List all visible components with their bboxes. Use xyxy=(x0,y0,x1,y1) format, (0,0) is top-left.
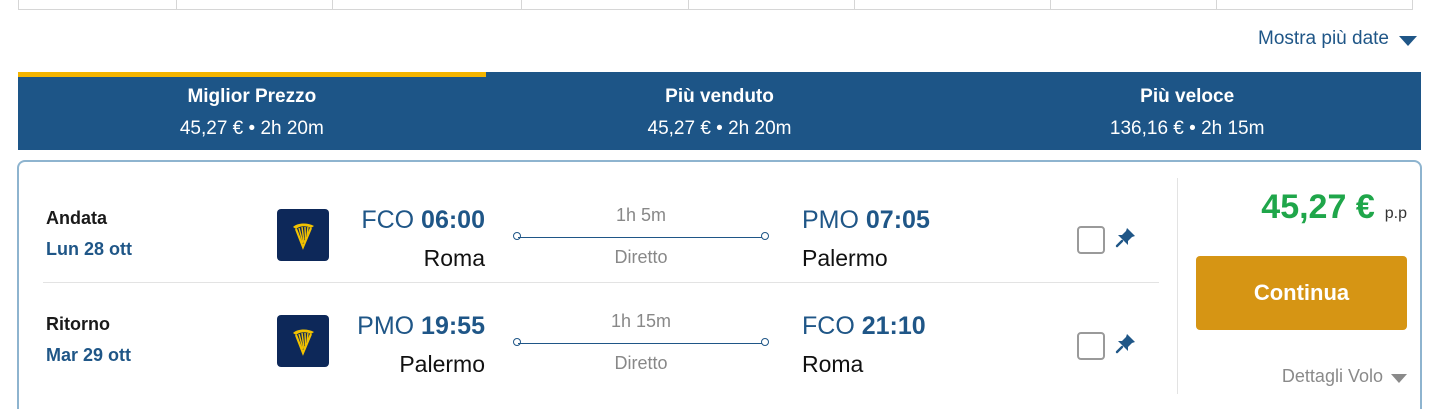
departure-city: Palermo xyxy=(399,351,485,377)
tab-subtitle: 45,27 € • 2h 20m xyxy=(647,118,792,139)
leg-direction: Ritorno xyxy=(46,314,110,334)
date-cell[interactable] xyxy=(855,0,1052,9)
departure-time: 06:00 xyxy=(421,206,485,234)
ryanair-logo-icon xyxy=(277,315,329,367)
tab-title: Più veloce xyxy=(1140,86,1235,107)
outbound-leg: Andata Lun 28 ott FCO 06:00 Roma 1h 5m D… xyxy=(19,180,1161,284)
flight-stops: Diretto xyxy=(614,247,668,267)
date-cell[interactable] xyxy=(689,0,855,9)
flight-duration: 1h 5m xyxy=(615,205,667,225)
date-cell[interactable] xyxy=(1217,0,1412,9)
date-cell[interactable] xyxy=(333,0,522,9)
compare-checkbox[interactable] xyxy=(1077,332,1105,360)
sort-tabs: Miglior Prezzo 45,27 € • 2h 20m Più vend… xyxy=(18,72,1421,150)
date-strip xyxy=(18,0,1413,10)
route-divider xyxy=(518,237,764,238)
departure-code-time: FCO 06:00 xyxy=(361,206,485,235)
more-dates-link[interactable]: Mostra più date xyxy=(1258,28,1417,50)
departure-time: 19:55 xyxy=(421,312,485,340)
arrival: PMO 07:05 Palermo xyxy=(802,206,930,272)
flight-details-label: Dettagli Volo xyxy=(1281,366,1383,386)
price-per-person: p.p xyxy=(1384,205,1407,222)
arrival-code: FCO xyxy=(802,312,855,340)
destination-dot-icon xyxy=(761,338,769,346)
tab-title: Miglior Prezzo xyxy=(187,86,317,107)
arrival-time: 21:10 xyxy=(861,312,926,340)
tab-best-seller[interactable]: Più venduto 45,27 € • 2h 20m xyxy=(486,72,954,150)
arrival-code-time: PMO 07:05 xyxy=(802,206,930,235)
route-line: 1h 5m Diretto xyxy=(513,205,769,275)
pin-icon[interactable] xyxy=(1115,226,1137,248)
departure: PMO 19:55 Palermo xyxy=(357,312,485,378)
tab-fastest[interactable]: Più veloce 136,16 € • 2h 15m xyxy=(953,72,1421,150)
tab-title: Più venduto xyxy=(665,86,774,107)
leg-divider xyxy=(43,282,1159,283)
chevron-down-icon xyxy=(1399,36,1417,46)
arrival-city: Roma xyxy=(802,351,864,377)
departure-code-time: PMO 19:55 xyxy=(357,312,485,341)
date-cell[interactable] xyxy=(522,0,689,9)
pin-icon[interactable] xyxy=(1115,332,1137,354)
flight-result-card: Andata Lun 28 ott FCO 06:00 Roma 1h 5m D… xyxy=(17,160,1422,409)
flight-stops: Diretto xyxy=(614,353,668,373)
departure-code: PMO xyxy=(357,312,415,340)
leg-date: Lun 28 ott xyxy=(46,239,132,259)
leg-direction: Andata xyxy=(46,208,108,228)
arrival-code: PMO xyxy=(802,206,859,234)
route-divider xyxy=(518,343,764,344)
tab-subtitle: 45,27 € • 2h 20m xyxy=(179,118,324,139)
price: 45,27 € p.p xyxy=(1261,188,1407,227)
more-dates-label: Mostra più date xyxy=(1258,28,1389,49)
origin-dot-icon xyxy=(513,338,521,346)
price-column: 45,27 € p.p Continua Dettagli Volo xyxy=(1177,178,1407,394)
return-leg: Ritorno Mar 29 ott PMO 19:55 Palermo 1h … xyxy=(19,286,1161,390)
chevron-down-icon xyxy=(1391,373,1407,383)
arrival-time: 07:05 xyxy=(865,206,930,234)
price-amount: 45,27 € xyxy=(1261,188,1375,226)
arrival: FCO 21:10 Roma xyxy=(802,312,926,378)
departure: FCO 06:00 Roma xyxy=(361,206,485,272)
tab-best-price[interactable]: Miglior Prezzo 45,27 € • 2h 20m xyxy=(18,72,486,150)
flight-legs: Andata Lun 28 ott FCO 06:00 Roma 1h 5m D… xyxy=(19,162,1161,409)
flight-duration: 1h 15m xyxy=(610,311,672,331)
date-cell[interactable] xyxy=(1051,0,1218,9)
ryanair-logo-icon xyxy=(277,209,329,261)
route-line: 1h 15m Diretto xyxy=(513,311,769,381)
flight-details-link[interactable]: Dettagli Volo xyxy=(1282,366,1407,387)
leg-label: Andata Lun 28 ott xyxy=(46,208,132,260)
tab-subtitle: 136,16 € • 2h 15m xyxy=(1109,118,1265,139)
departure-city: Roma xyxy=(423,245,485,271)
arrival-city: Palermo xyxy=(802,245,888,271)
leg-date: Mar 29 ott xyxy=(46,345,132,365)
date-cell[interactable] xyxy=(177,0,333,9)
departure-code: FCO xyxy=(361,206,415,234)
arrival-code-time: FCO 21:10 xyxy=(802,312,926,341)
origin-dot-icon xyxy=(513,232,521,240)
continue-button[interactable]: Continua xyxy=(1196,256,1407,330)
destination-dot-icon xyxy=(761,232,769,240)
leg-label: Ritorno Mar 29 ott xyxy=(46,314,131,366)
compare-checkbox[interactable] xyxy=(1077,226,1105,254)
date-cell[interactable] xyxy=(19,0,177,9)
